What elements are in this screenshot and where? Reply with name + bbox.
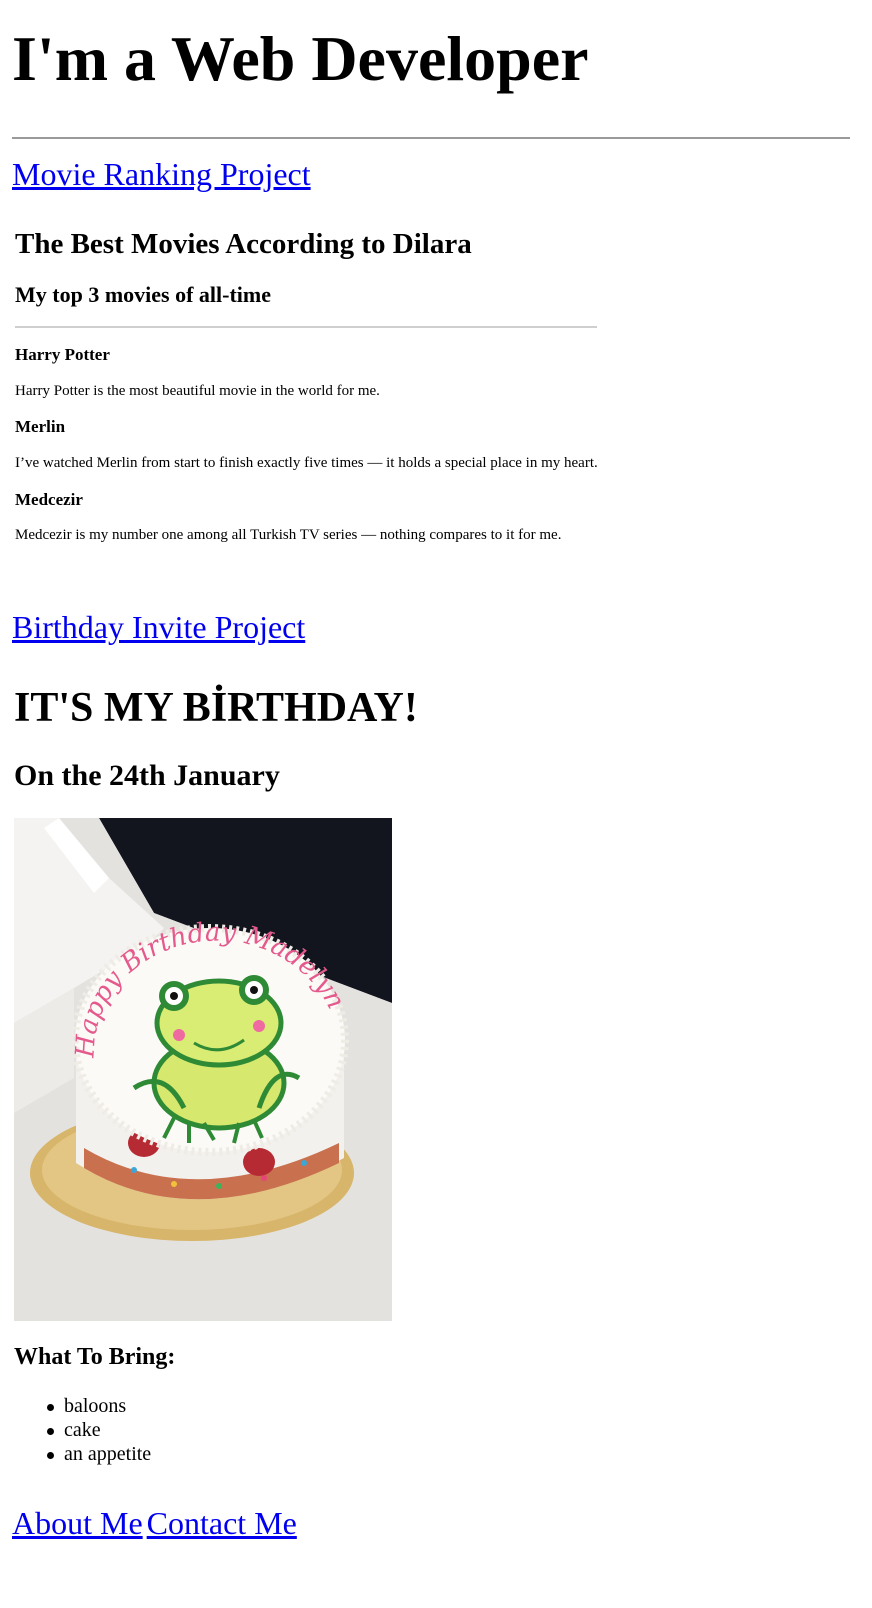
footer-links: About Me Contact Me	[12, 1505, 301, 1541]
movie-ranking-section: The Best Movies According to Dilara My t…	[15, 226, 598, 543]
list-item: an appetite	[46, 1443, 152, 1465]
contact-me-link[interactable]: Contact Me	[147, 1505, 297, 1541]
movie-desc-merlin: I’ve watched Merlin from start to finish…	[15, 455, 598, 471]
what-to-bring-list: baloons cake an appetite	[46, 1394, 152, 1466]
movie-ranking-project-link[interactable]: Movie Ranking Project	[12, 156, 311, 192]
movie-section-divider	[15, 326, 597, 328]
birthday-invite-project-link[interactable]: Birthday Invite Project	[12, 609, 305, 645]
movie-title-medcezir: Medcezir	[15, 490, 83, 509]
movie-section-subtitle: My top 3 movies of all-time	[15, 282, 271, 307]
movie-section-title: The Best Movies According to Dilara	[15, 228, 472, 260]
movie-desc-harry-potter: Harry Potter is the most beautiful movie…	[15, 383, 380, 399]
list-item: cake	[46, 1418, 151, 1442]
movie-title-harry-potter: Harry Potter	[15, 345, 110, 364]
birthday-title: IT'S MY BİRTHDAY!	[14, 685, 418, 731]
cake-photo: Happy Birthday Madelyn	[14, 818, 392, 1321]
birthday-date: On the 24th January	[14, 759, 280, 792]
page-title: I'm a Web Developer	[12, 23, 589, 94]
about-me-link[interactable]: About Me	[12, 1505, 143, 1541]
header-divider	[12, 137, 850, 139]
list-item: baloons	[46, 1394, 151, 1418]
movie-desc-medcezir: Medcezir is my number one among all Turk…	[15, 527, 562, 543]
what-to-bring-heading: What To Bring:	[14, 1344, 176, 1370]
movie-title-merlin: Merlin	[15, 417, 66, 436]
